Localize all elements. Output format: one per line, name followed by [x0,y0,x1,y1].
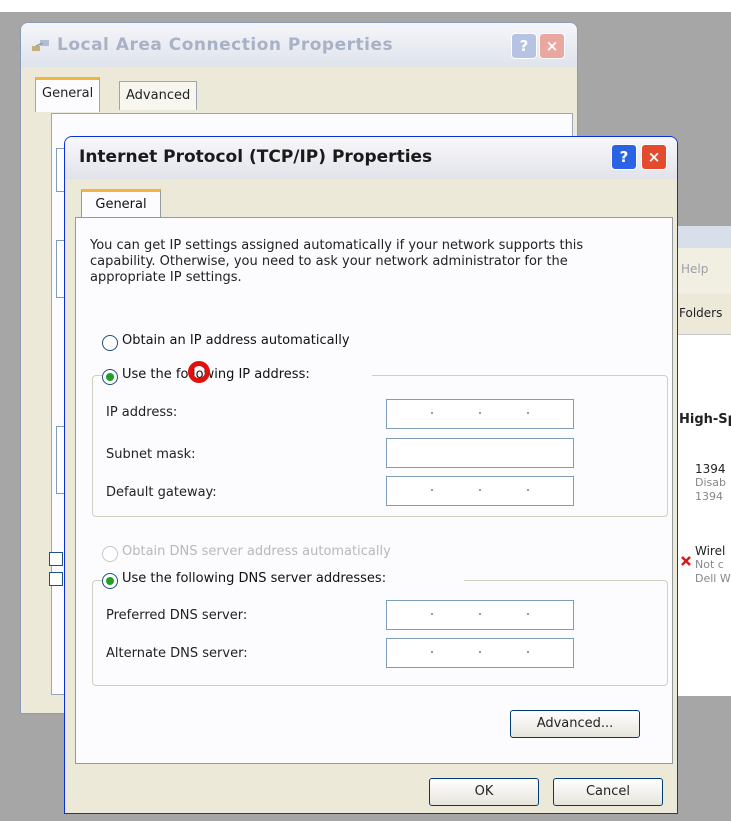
obtain-ip-auto-radio[interactable] [102,335,118,351]
lac-title-bar[interactable]: Local Area Connection Properties ? × [21,23,577,67]
side-window-title-bar [677,226,731,248]
menu-help[interactable]: Help [681,262,708,276]
ip-group-legend: Use the following IP address: [102,365,372,387]
advanced-button[interactable]: Advanced... [510,710,640,738]
obtain-dns-auto-radio[interactable] [102,546,118,562]
lac-tab-general[interactable]: General [35,77,101,112]
subnet-mask-field[interactable] [386,438,574,468]
general-tab-panel: You can get IP settings assigned automat… [75,217,673,764]
help-button[interactable]: ? [611,144,637,170]
dns-group-legend: Use the following DNS server addresses: [102,569,464,591]
item-1394-name[interactable]: 1394 [695,462,726,476]
desktop-top-strip [0,0,731,12]
lac-checkbox[interactable] [49,572,63,586]
alternate-dns-label: Alternate DNS server: [106,646,248,661]
preferred-dns-label: Preferred DNS server: [106,608,248,623]
dns-server-group [92,580,668,686]
use-following-ip-label[interactable]: Use the following IP address: [122,367,310,382]
cancel-button[interactable]: Cancel [553,778,663,806]
tab-general[interactable]: General [81,189,161,220]
lac-help-button[interactable]: ? [511,33,537,59]
item-1394-status: Disab [695,476,726,489]
side-window-toolbar: Folders [677,294,731,335]
dialog-title: Internet Protocol (TCP/IP) Properties [79,147,433,167]
use-following-dns-label[interactable]: Use the following DNS server addresses: [122,571,386,586]
lac-close-button[interactable]: × [539,33,565,59]
toolbar-folders[interactable]: Folders [679,306,722,320]
side-window-menu-bar: Help [677,248,731,294]
lac-tab-advanced[interactable]: Advanced [119,81,198,110]
tcpip-properties-dialog: Internet Protocol (TCP/IP) Properties ? … [64,136,678,814]
section-heading: High-Sp [679,412,731,427]
lac-window-title: Local Area Connection Properties [57,35,394,55]
use-following-ip-radio[interactable] [102,369,118,385]
tcpip-title-bar[interactable]: Internet Protocol (TCP/IP) Properties ? … [65,137,677,179]
disconnected-x-icon [681,556,691,566]
ip-address-field[interactable] [386,399,574,429]
subnet-mask-label: Subnet mask: [106,447,196,462]
item-wireless-name[interactable]: Wirel [695,544,725,558]
network-connections-window: Help Folders High-Sp 1394 Disab 1394 Wir… [676,226,731,696]
preferred-dns-field[interactable] [386,600,574,630]
network-connection-icon [32,40,49,51]
obtain-ip-auto-label[interactable]: Obtain an IP address automatically [122,333,350,348]
item-wireless-status: Not c [695,558,724,571]
default-gateway-field[interactable] [386,476,574,506]
ip-address-label: IP address: [106,405,178,420]
ok-button[interactable]: OK [429,778,539,806]
item-1394-sub: 1394 [695,490,723,503]
default-gateway-label: Default gateway: [106,485,217,500]
item-wireless-sub: Dell W [695,572,731,585]
description-text: You can get IP settings assigned automat… [90,238,584,285]
use-following-dns-radio[interactable] [102,573,118,589]
alternate-dns-field[interactable] [386,638,574,668]
click-highlight-ring [188,361,210,383]
lac-checkbox[interactable] [49,552,63,566]
close-button[interactable]: × [641,144,667,170]
obtain-dns-auto-label[interactable]: Obtain DNS server address automatically [122,544,391,559]
